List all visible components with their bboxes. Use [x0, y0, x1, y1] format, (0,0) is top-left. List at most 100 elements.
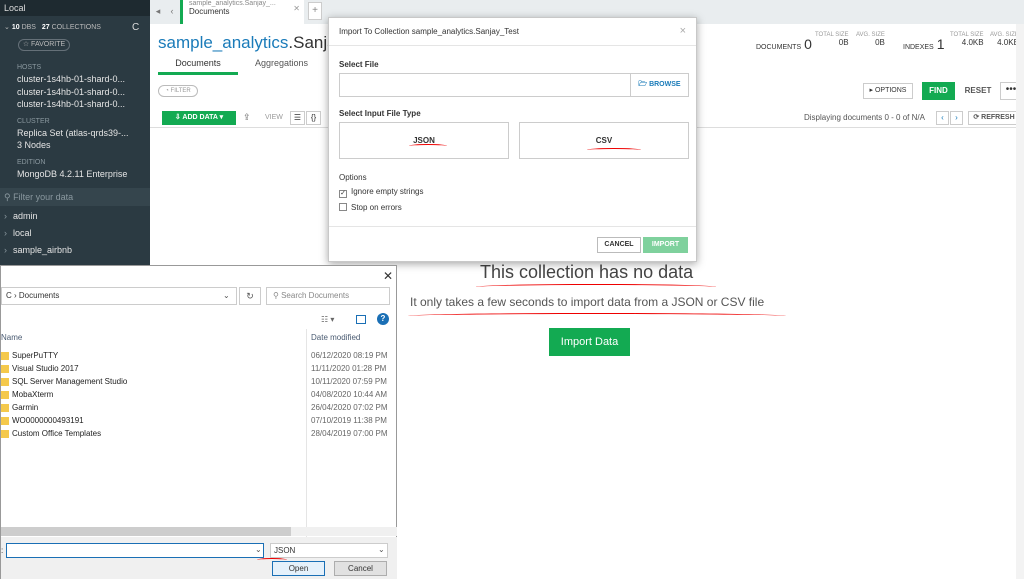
search-documents-input[interactable]: ⚲ Search Documents — [266, 287, 390, 305]
tab-aggregations[interactable]: Aggregations — [255, 58, 308, 68]
indexes-label: INDEXES — [903, 44, 934, 51]
file-name: SQL Server Management Studio — [12, 377, 128, 386]
reset-button[interactable]: RESET — [962, 82, 994, 100]
tab-collection-documents[interactable]: sample_analytics.Sanjay_... Documents ✕ — [180, 0, 304, 24]
file-open-dialog: ✕ C › Documents ⌄ ↻ ⚲ Search Documents ☷… — [0, 265, 397, 579]
chevron-right-icon: › — [4, 211, 7, 221]
host-item: cluster-1s4hb-01-shard-0... — [17, 99, 126, 109]
select-file-label: Select File — [339, 60, 379, 69]
browse-button[interactable]: 🗁 BROWSE — [631, 73, 689, 97]
add-data-button[interactable]: ⇩ ADD DATA ▾ — [162, 111, 236, 125]
view-options-icon[interactable]: ☷ ▾ — [321, 315, 334, 324]
file-name: Garmin — [12, 403, 39, 412]
file-date: 07/10/2019 11:38 PM — [311, 416, 387, 425]
import-button[interactable]: IMPORT — [643, 237, 688, 253]
list-item[interactable]: WO0000000493191 07/10/2019 11:38 PM — [1, 415, 397, 428]
filename-input[interactable] — [6, 543, 264, 558]
chevron-left-icon[interactable]: ‹ — [166, 2, 178, 20]
annotation-underline — [409, 144, 447, 148]
folder-icon — [1, 378, 9, 386]
folder-icon — [1, 352, 9, 360]
file-date: 11/11/2020 01:28 PM — [311, 364, 387, 373]
chevron-down-icon[interactable]: ⌄ — [378, 545, 385, 554]
list-item[interactable]: MobaXterm 04/08/2020 10:44 AM — [1, 389, 397, 402]
file-date: 04/08/2020 10:44 AM — [311, 390, 388, 399]
folder-icon — [1, 430, 9, 438]
collection-db: sample_analytics — [158, 33, 289, 52]
chevron-down-icon[interactable]: ⌄ — [223, 291, 230, 300]
favorite-button[interactable]: ☆ FAVORITE — [18, 39, 70, 51]
column-header-date[interactable]: Date modified — [311, 333, 360, 342]
refresh-icon[interactable]: C — [132, 22, 139, 33]
pagination-status: Displaying documents 0 - 0 of N/A — [804, 113, 925, 122]
file-name: SuperPuTTY — [12, 351, 59, 360]
file-name: Custom Office Templates — [12, 429, 102, 438]
export-icon[interactable]: ⇪ — [243, 112, 251, 123]
vertical-scrollbar[interactable] — [1016, 24, 1024, 579]
filetype-select[interactable]: JSON — [270, 543, 388, 558]
refresh-button[interactable]: ⟳ REFRESH — [968, 111, 1020, 125]
cancel-button[interactable]: Cancel — [334, 561, 387, 576]
annotation-underline — [587, 148, 641, 152]
json-view-icon[interactable]: {} — [306, 111, 321, 125]
open-button[interactable]: Open — [272, 561, 325, 576]
sidebar-item-admin[interactable]: › admin — [4, 211, 44, 221]
file-date: 06/12/2020 08:19 PM — [311, 351, 388, 360]
new-tab-button[interactable]: + — [308, 2, 322, 20]
chevron-right-icon[interactable]: › — [950, 111, 963, 125]
browse-label: BROWSE — [649, 81, 681, 88]
dbs-label: DBS — [21, 24, 36, 31]
tab-subtitle: Documents — [189, 7, 230, 16]
filename-label: : — [1, 546, 4, 555]
search-icon: ⚲ — [273, 291, 279, 300]
host-item: cluster-1s4hb-01-shard-0... — [17, 74, 126, 84]
sidebar-filter-input[interactable]: ⚲ Filter your data — [0, 188, 150, 206]
preview-pane-icon[interactable] — [356, 315, 366, 324]
sidebar-item-sample-airbnb[interactable]: › sample_airbnb — [4, 245, 78, 255]
import-modal: Import To Collection sample_analytics.Sa… — [328, 17, 697, 262]
refresh-icon[interactable]: ↻ — [239, 287, 261, 305]
cancel-button[interactable]: CANCEL — [597, 237, 641, 253]
modal-title: Import To Collection sample_analytics.Sa… — [329, 18, 696, 46]
folder-icon — [1, 404, 9, 412]
close-icon[interactable]: ✕ — [293, 4, 300, 13]
find-button[interactable]: FIND — [922, 82, 955, 100]
json-type-button[interactable]: JSON — [339, 122, 509, 159]
documents-label: DOCUMENTS — [756, 44, 802, 51]
list-view-icon[interactable]: ☰ — [290, 111, 305, 125]
list-item[interactable]: Garmin 26/04/2020 07:02 PM — [1, 402, 397, 415]
help-icon[interactable]: ? — [377, 313, 389, 325]
address-bar[interactable]: C › Documents — [1, 287, 237, 305]
close-icon[interactable]: × — [680, 25, 686, 37]
chevron-down-icon[interactable]: ⌄ — [255, 545, 262, 554]
csv-type-button[interactable]: CSV — [519, 122, 689, 159]
db-counts: ⌄ 10 DBS 27 COLLECTIONS — [4, 23, 101, 31]
stat-value: 0B — [838, 38, 849, 47]
column-header-name[interactable]: Name — [1, 333, 22, 342]
sidebar-item-local[interactable]: › local — [4, 228, 38, 238]
tab-documents[interactable]: Documents — [158, 58, 238, 75]
documents-value: 0 — [804, 36, 812, 52]
stop-on-errors-checkbox[interactable]: Stop on errors — [339, 203, 402, 212]
hosts-label: HOSTS — [17, 64, 42, 71]
chevron-right-icon: › — [4, 245, 7, 255]
file-date: 26/04/2020 07:02 PM — [311, 403, 388, 412]
list-item[interactable]: SQL Server Management Studio 10/11/2020 0… — [1, 376, 397, 389]
file-name: Visual Studio 2017 — [12, 364, 79, 373]
close-icon[interactable]: ✕ — [383, 269, 393, 283]
ignore-empty-strings-checkbox[interactable]: ✓ Ignore empty strings — [339, 187, 423, 198]
collection-tabs: Documents Aggregations — [158, 55, 328, 75]
list-item[interactable]: Custom Office Templates 28/04/2019 07:00 … — [1, 428, 397, 441]
list-item[interactable]: SuperPuTTY 06/12/2020 08:19 PM — [1, 350, 397, 363]
list-item[interactable]: Visual Studio 2017 11/11/2020 01:28 PM — [1, 363, 397, 376]
file-date: 28/04/2019 07:00 PM — [311, 429, 388, 438]
file-path-input[interactable] — [339, 73, 631, 97]
chevron-left-icon[interactable]: ‹ — [936, 111, 949, 125]
import-data-button[interactable]: Import Data — [549, 328, 630, 356]
options-button[interactable]: ▸ OPTIONS — [863, 83, 913, 99]
chevron-down-icon[interactable]: ⌄ — [4, 24, 10, 31]
cluster-value: Replica Set (atlas-qrds39-... — [17, 128, 129, 138]
scrollbar-thumb[interactable] — [1, 527, 291, 536]
folder-icon — [1, 365, 9, 373]
chevron-left-icon[interactable]: ◂ — [152, 2, 164, 20]
